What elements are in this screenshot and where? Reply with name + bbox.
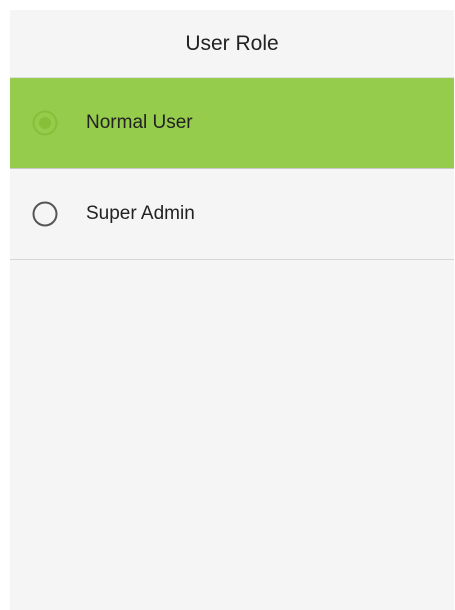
option-super-admin[interactable]: Super Admin <box>10 169 454 260</box>
radio-unselected-icon[interactable] <box>30 199 60 229</box>
page-title-text: User Role <box>185 31 279 55</box>
option-label: Super Admin <box>86 203 195 224</box>
radio-selected-icon[interactable] <box>30 108 60 138</box>
user-role-screen: User Role Normal User Super Admin <box>10 10 454 610</box>
option-normal-user[interactable]: Normal User <box>10 78 454 169</box>
page-title: User Role <box>10 10 454 78</box>
option-label: Normal User <box>86 112 193 133</box>
